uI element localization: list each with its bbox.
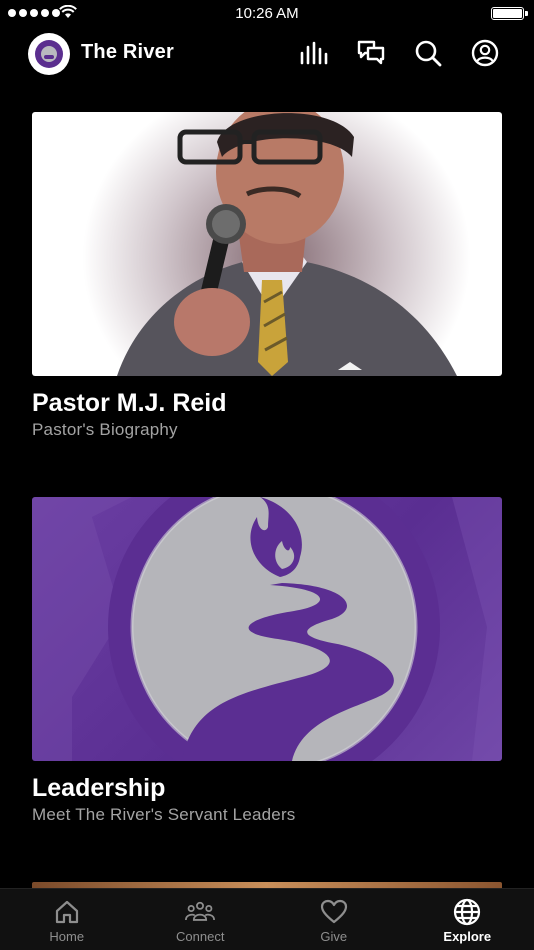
app-screen: 10:26 AM The River Pastor M.J. Reid Past… bbox=[0, 0, 534, 950]
tab-label: Explore bbox=[443, 929, 492, 944]
account-icon bbox=[471, 39, 499, 72]
status-bar: 10:26 AM bbox=[0, 0, 534, 28]
pastor-card[interactable]: Pastor M.J. Reid Pastor's Biography bbox=[32, 112, 502, 442]
tab-give[interactable]: Give bbox=[267, 889, 401, 950]
chat-button[interactable] bbox=[354, 38, 388, 72]
audio-button[interactable] bbox=[297, 38, 331, 72]
battery-icon bbox=[491, 7, 528, 20]
status-time: 10:26 AM bbox=[235, 5, 299, 22]
card-title: Leadership bbox=[32, 774, 166, 802]
search-button[interactable] bbox=[411, 38, 445, 72]
account-button[interactable] bbox=[468, 38, 502, 72]
audio-icon bbox=[299, 41, 329, 70]
river-logo-graphic bbox=[32, 497, 502, 761]
tab-connect[interactable]: Connect bbox=[134, 889, 268, 950]
tab-explore[interactable]: Explore bbox=[401, 889, 534, 950]
card-subtitle: Pastor's Biography bbox=[32, 420, 178, 439]
leadership-card[interactable]: Leadership Meet The River's Servant Lead… bbox=[32, 497, 502, 827]
search-icon bbox=[414, 39, 442, 72]
people-icon bbox=[185, 897, 216, 927]
globe-icon bbox=[452, 897, 482, 927]
tab-label: Give bbox=[320, 929, 348, 944]
tab-label: Connect bbox=[176, 929, 225, 944]
church-logo[interactable] bbox=[28, 33, 70, 75]
tab-bar: Home Connect Give Explore bbox=[0, 888, 534, 950]
heart-icon bbox=[319, 897, 349, 927]
tab-home[interactable]: Home bbox=[0, 889, 134, 950]
pastor-photo bbox=[32, 112, 502, 376]
card-title: Pastor M.J. Reid bbox=[32, 389, 227, 417]
card-subtitle: Meet The River's Servant Leaders bbox=[32, 805, 296, 824]
app-title: The River bbox=[81, 41, 174, 63]
tab-label: Home bbox=[49, 929, 85, 944]
home-icon bbox=[52, 897, 82, 927]
app-header: The River bbox=[0, 28, 534, 84]
chat-icon bbox=[357, 40, 385, 71]
